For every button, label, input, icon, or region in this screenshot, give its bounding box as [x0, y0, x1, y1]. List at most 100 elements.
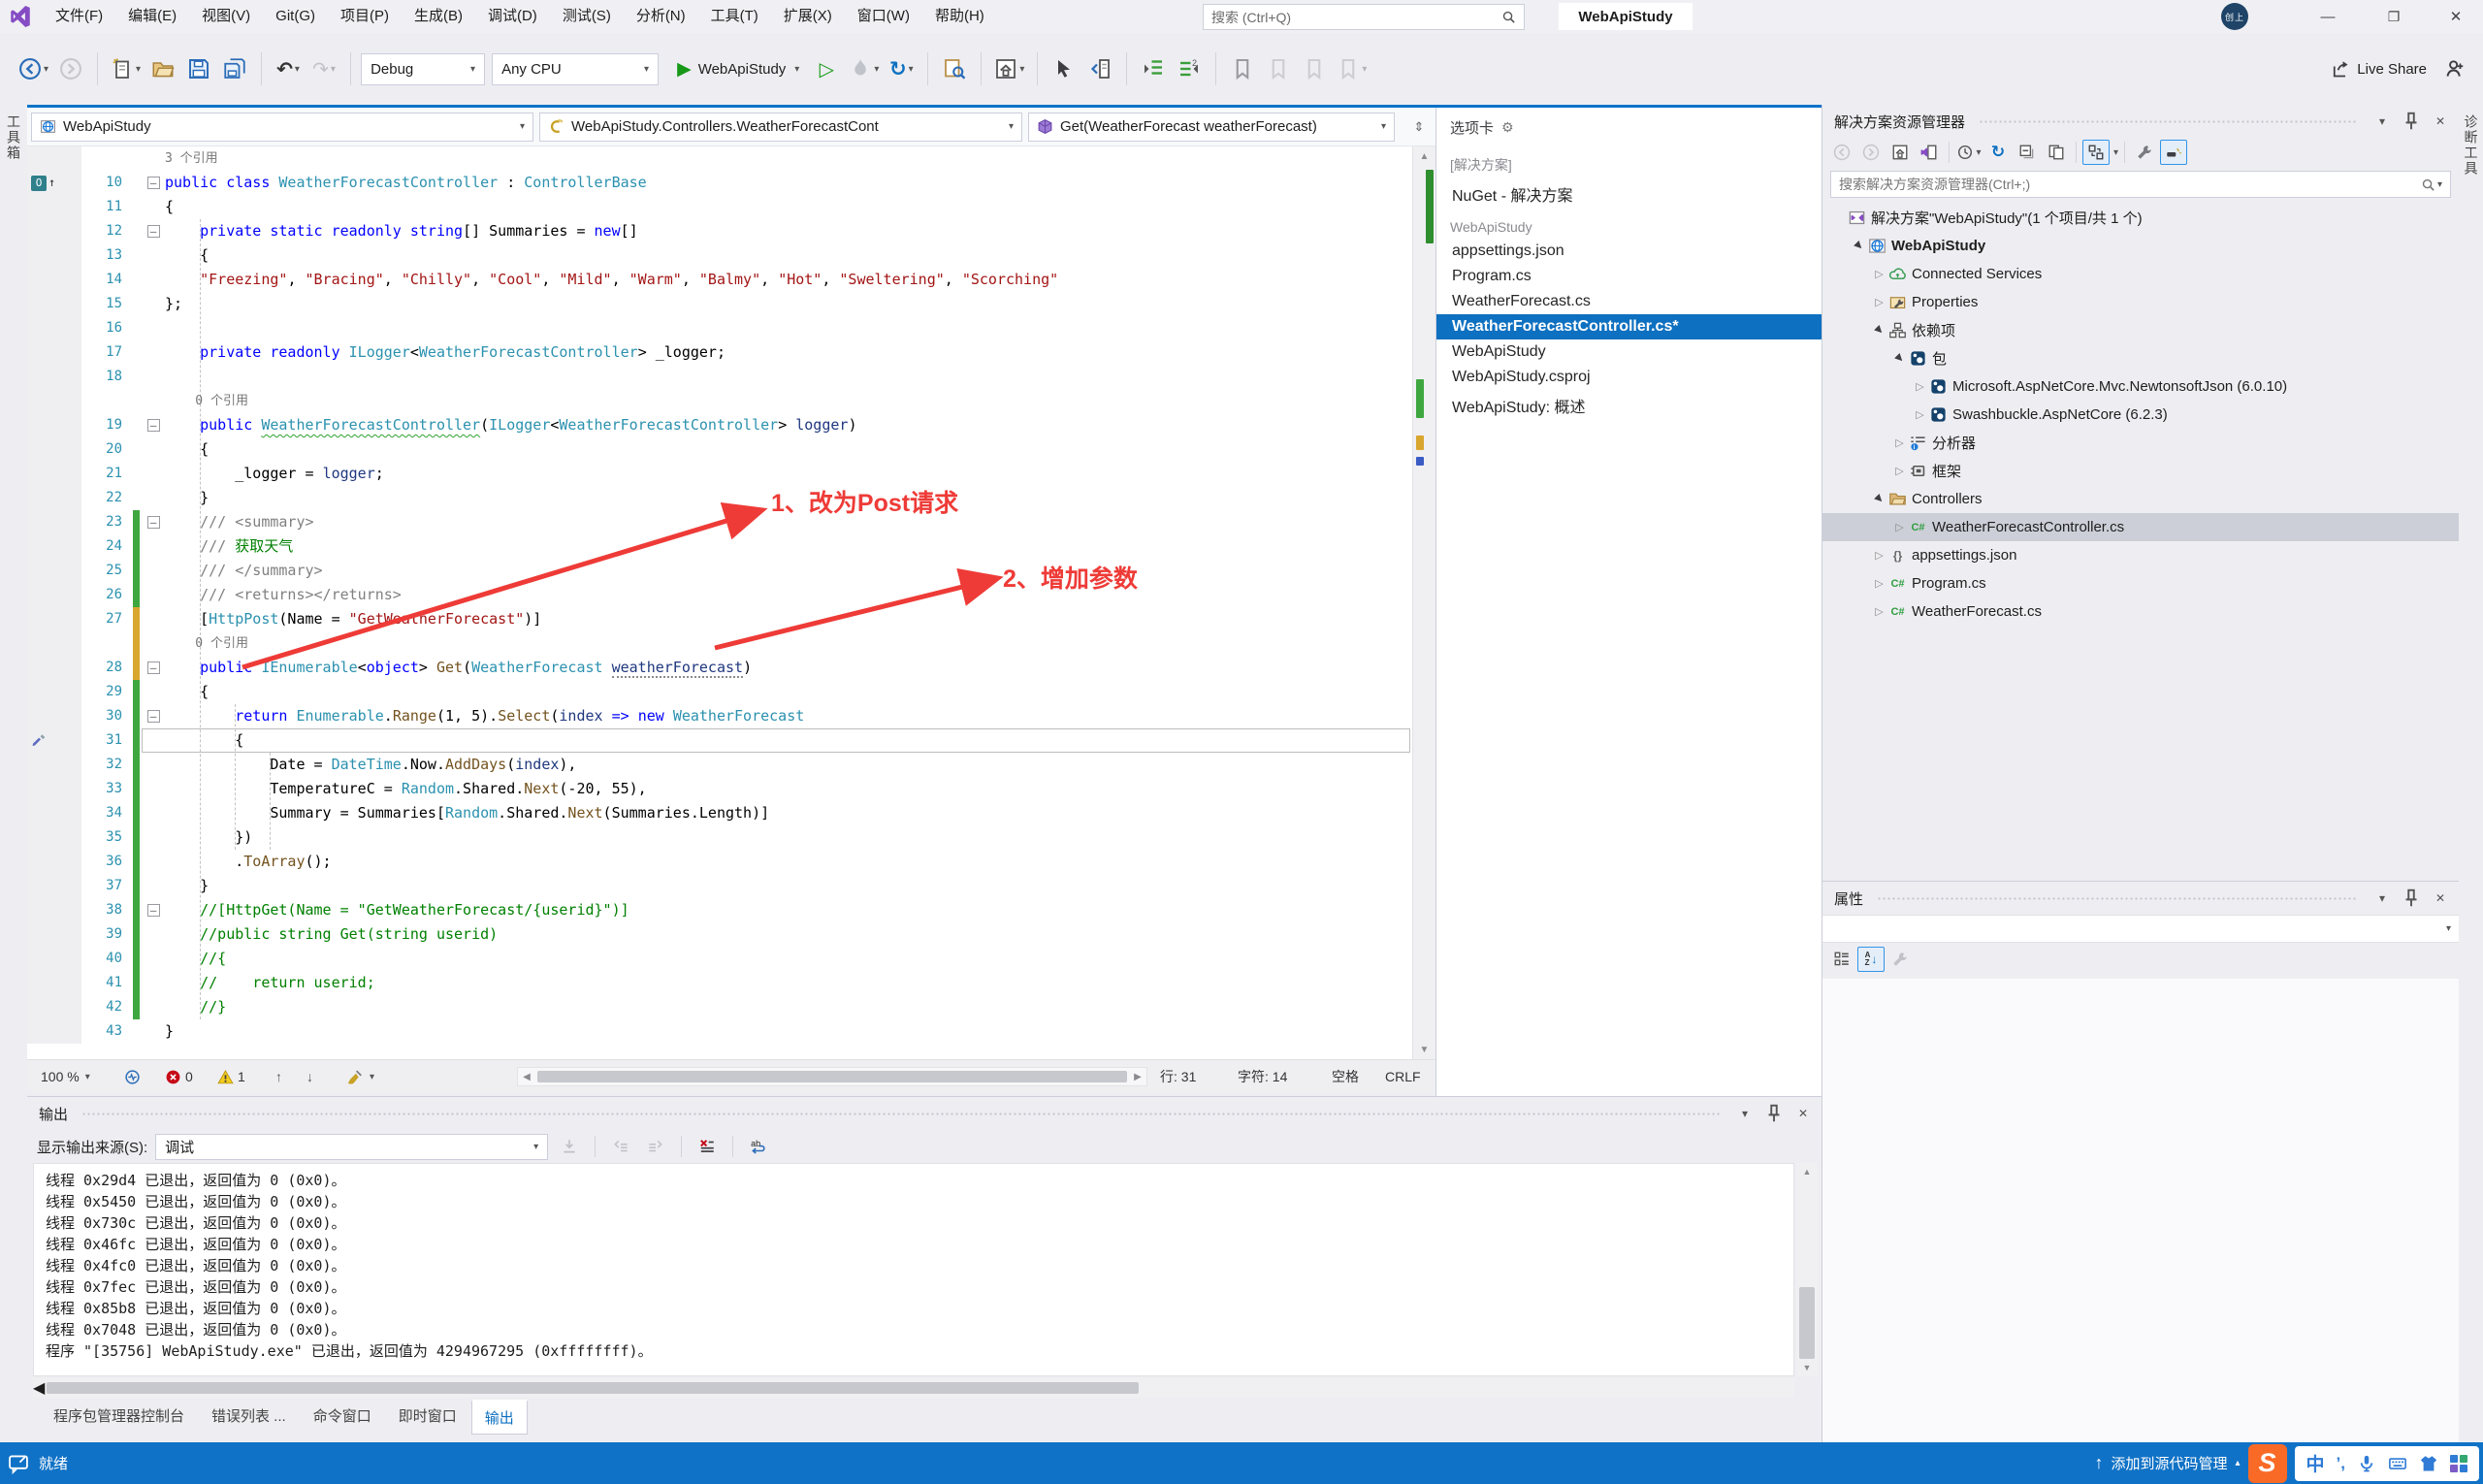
expand-arrow-icon[interactable]: ▷	[1871, 577, 1887, 590]
categorized-button[interactable]	[1828, 947, 1855, 972]
expand-arrow-icon[interactable]: ▶	[1890, 349, 1910, 369]
next-bookmark-button[interactable]	[1298, 49, 1331, 88]
code-line[interactable]: 29 {	[27, 680, 1412, 704]
document-health-indicator[interactable]	[124, 1060, 141, 1093]
expand-arrow-icon[interactable]: ▷	[1891, 521, 1908, 533]
expand-arrow-icon[interactable]: ▶	[1870, 321, 1889, 340]
editor-vertical-scrollbar[interactable]: ▲ ▼	[1412, 146, 1435, 1059]
properties-button[interactable]	[2131, 140, 2158, 165]
code-line[interactable]: 43}	[27, 1019, 1412, 1044]
close-icon[interactable]: ✕	[2430, 887, 2451, 909]
menu-item[interactable]: 项目(P)	[328, 0, 402, 33]
quick-search-box[interactable]: 搜索 (Ctrl+Q)	[1203, 4, 1525, 30]
scrollbar-thumb[interactable]	[1799, 1286, 1815, 1360]
code-line[interactable]: 13 {	[27, 243, 1412, 268]
back-button[interactable]	[1828, 140, 1855, 165]
code-line[interactable]: 28 – public IEnumerable<object> Get(Weath…	[27, 656, 1412, 680]
tree-item[interactable]: ▶ WebApiStudy	[1822, 232, 2459, 260]
expand-arrow-icon[interactable]: ▷	[1871, 605, 1887, 618]
bottom-tab[interactable]: 程序包管理器控制台	[41, 1400, 197, 1432]
code-line[interactable]: 14 "Freezing", "Bracing", "Chilly", "Coo…	[27, 268, 1412, 292]
tree-item[interactable]: ▷ Swashbuckle.AspNetCore (6.2.3)	[1822, 401, 2459, 429]
window-position-dropdown-icon[interactable]: ▾	[1734, 1103, 1756, 1124]
document-tab[interactable]: WeatherForecastController.cs*	[1436, 314, 1822, 339]
code-line[interactable]: 39 //public string Get(string userid)	[27, 922, 1412, 947]
expand-arrow-icon[interactable]: ▷	[1912, 380, 1928, 393]
code-cleanup-button[interactable]: ▾	[347, 1060, 374, 1093]
fold-collapse-icon[interactable]: –	[146, 177, 160, 189]
tree-item[interactable]: 解决方案"WebApiStudy"(1 个项目/共 1 个)	[1822, 204, 2459, 232]
redo-button[interactable]: ↷ ▾	[307, 49, 340, 88]
code-line[interactable]: 36 .ToArray();	[27, 850, 1412, 874]
pin-icon[interactable]	[2401, 887, 2422, 909]
scroll-right-arrow-icon[interactable]: ▶	[1129, 1072, 1146, 1082]
scrollbar-thumb[interactable]	[47, 1382, 1140, 1394]
start-without-debugging-button[interactable]: ▷	[810, 49, 843, 88]
ime-language-toggle[interactable]: 中	[2306, 1450, 2325, 1476]
menu-item[interactable]: 文件(F)	[43, 0, 115, 33]
solution-search-box[interactable]: 搜索解决方案资源管理器(Ctrl+;) ▾	[1830, 171, 2451, 198]
tree-item[interactable]: ▷ {} appsettings.json	[1822, 541, 2459, 569]
navigate-forward-button[interactable]	[54, 49, 87, 88]
dropdown-caret-icon[interactable]: ▾	[2113, 147, 2118, 158]
window-position-dropdown-icon[interactable]: ▾	[2371, 111, 2393, 132]
ime-skin-icon[interactable]	[2419, 1454, 2438, 1473]
code-line[interactable]: 40 //{	[27, 947, 1412, 971]
tree-item[interactable]: ▶ Controllers	[1822, 485, 2459, 513]
sync-with-active-document-button[interactable]	[2082, 140, 2110, 165]
scroll-left-arrow-icon[interactable]: ◀	[518, 1072, 535, 1082]
menu-item[interactable]: 编辑(E)	[115, 0, 189, 33]
editor-horizontal-scrollbar[interactable]: ◀ ▶	[517, 1067, 1147, 1086]
code-line[interactable]: 34 Summary = Summaries[Random.Shared.Nex…	[27, 801, 1412, 825]
menu-item[interactable]: 分析(N)	[624, 0, 698, 33]
previous-message-button[interactable]	[607, 1134, 634, 1159]
tree-item[interactable]: ▷ C# WeatherForecast.cs	[1822, 597, 2459, 626]
expand-arrow-icon[interactable]: ▷	[1891, 465, 1908, 477]
add-to-source-control-button[interactable]: 添加到源代码管理	[2111, 1453, 2227, 1473]
select-element-button[interactable]	[1048, 49, 1080, 88]
start-debugging-button[interactable]: ▶ WebApiStudy ▾	[669, 49, 807, 88]
menu-item[interactable]: 测试(S)	[550, 0, 624, 33]
tree-item[interactable]: ▷ Properties	[1822, 288, 2459, 316]
pending-changes-filter-button[interactable]: ▾	[1955, 140, 1983, 165]
decrease-indent-button[interactable]	[1137, 49, 1170, 88]
code-line[interactable]: 26 /// <returns></returns>	[27, 583, 1412, 607]
code-line[interactable]: 42 //}	[27, 995, 1412, 1019]
sync-namespaces-button[interactable]	[1083, 49, 1116, 88]
error-count-badge[interactable]: 0	[165, 1060, 193, 1093]
toolbox-tab[interactable]: 工具箱	[4, 114, 23, 161]
expand-arrow-icon[interactable]: ▷	[1871, 268, 1887, 280]
alphabetical-sort-button[interactable]: A Z ↓	[1857, 947, 1885, 972]
dropdown-caret-icon[interactable]: ▴	[2236, 1458, 2241, 1468]
split-window-handle[interactable]: ⇕	[1406, 113, 1432, 142]
gear-icon[interactable]: ⚙	[1501, 119, 1514, 136]
code-line[interactable]: 20 {	[27, 437, 1412, 462]
solution-configuration-dropdown[interactable]: Debug ▾	[361, 52, 486, 85]
drag-grip[interactable]	[1877, 895, 2358, 901]
scroll-down-arrow-icon[interactable]: ▼	[1413, 1040, 1435, 1059]
document-tab[interactable]: WebApiStudy	[1436, 339, 1822, 365]
keyboard-icon[interactable]	[2388, 1454, 2407, 1473]
inheritance-margin-icon[interactable]: O	[31, 175, 47, 191]
microphone-icon[interactable]	[2357, 1454, 2376, 1473]
ime-toolbox-icon[interactable]	[2450, 1454, 2467, 1472]
tree-item[interactable]: ▶ 依赖项	[1822, 316, 2459, 344]
close-icon[interactable]: ✕	[1792, 1103, 1814, 1124]
code-line[interactable]: 19 – public WeatherForecastController(ILo…	[27, 413, 1412, 437]
fold-collapse-icon[interactable]: –	[146, 661, 160, 674]
tree-item[interactable]: ▶ 包	[1822, 344, 2459, 372]
code-line[interactable]: 21 _logger = logger;	[27, 462, 1412, 486]
tree-item[interactable]: ▷ 框架	[1822, 457, 2459, 485]
document-tab[interactable]: WeatherForecast.cs	[1436, 289, 1822, 314]
window-position-dropdown-icon[interactable]: ▾	[2371, 887, 2393, 909]
live-share-button[interactable]: Live Share	[2323, 49, 2435, 88]
maximize-button[interactable]: ❐	[2367, 0, 2421, 33]
next-issue-button[interactable]: ↓	[306, 1060, 313, 1093]
fold-collapse-icon[interactable]: –	[146, 516, 160, 529]
property-pages-button[interactable]	[1886, 947, 1914, 972]
code-line[interactable]: 12 – private static readonly string[] Sum…	[27, 219, 1412, 243]
restart-button[interactable]: ↻ ▾	[885, 49, 918, 88]
menu-item[interactable]: 窗口(W)	[845, 0, 922, 33]
warning-count-badge[interactable]: 1	[217, 1060, 245, 1093]
scroll-up-arrow-icon[interactable]: ▲	[1796, 1163, 1818, 1180]
